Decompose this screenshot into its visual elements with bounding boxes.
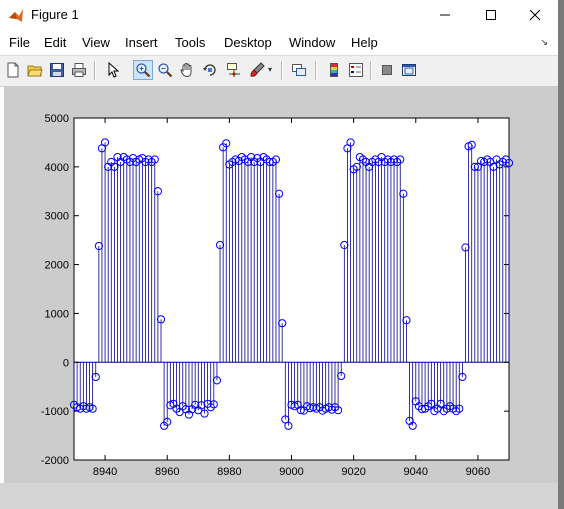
pan-icon — [180, 63, 192, 77]
menu-bar: File Edit View Insert Tools Desktop Wind… — [0, 32, 558, 54]
y-tick-label: 0 — [63, 357, 69, 369]
link-plot-button[interactable] — [289, 60, 309, 80]
hide-plot-tools-button[interactable] — [377, 60, 397, 80]
open-file-icon — [27, 65, 43, 77]
menu-edit[interactable]: Edit — [44, 35, 66, 50]
minimize-button[interactable] — [422, 0, 468, 30]
x-tick-label: 9040 — [404, 466, 428, 478]
pan-button[interactable] — [177, 60, 197, 80]
insert-colorbar-button[interactable] — [324, 60, 344, 80]
close-button[interactable] — [512, 0, 558, 30]
x-tick-label: 9020 — [341, 466, 365, 478]
window-edge — [558, 0, 564, 509]
x-tick-label: 8960 — [155, 466, 179, 478]
toolbar-separator — [315, 61, 317, 80]
menu-desktop[interactable]: Desktop — [224, 35, 272, 50]
new-figure-button[interactable] — [3, 60, 23, 80]
y-tick-label: 2000 — [45, 260, 69, 272]
toolbar-separator — [94, 61, 96, 80]
print-icon — [72, 63, 86, 77]
minimize-icon — [440, 14, 450, 16]
y-tick-label: 3000 — [45, 211, 69, 223]
window-title: Figure 1 — [31, 7, 79, 22]
menu-help[interactable]: Help — [351, 35, 378, 50]
edit-plot-button[interactable] — [103, 60, 123, 80]
show-plot-tools-button[interactable] — [399, 60, 419, 80]
insert-legend-button[interactable] — [346, 60, 366, 80]
new-figure-icon — [7, 62, 19, 78]
figure-canvas: -2000 -1000 0 1000 2000 3000 4000 5000 8940 8960 8… — [4, 86, 558, 483]
toolbar-separator — [370, 61, 372, 80]
edit-plot-arrow-icon — [108, 62, 120, 78]
zoom-out-icon — [158, 63, 173, 78]
y-tick-label: 4000 — [45, 162, 69, 174]
dock-figure-icon[interactable]: ↘ — [540, 37, 548, 48]
open-file-button[interactable] — [25, 60, 45, 80]
x-tick-label: 8980 — [217, 466, 241, 478]
y-tick-label: 5000 — [45, 113, 69, 125]
x-tick-label: 8940 — [93, 466, 117, 478]
menu-tools[interactable]: Tools — [175, 35, 205, 50]
y-tick-label: -2000 — [41, 455, 69, 467]
zoom-in-icon — [136, 63, 151, 78]
zoom-out-button[interactable] — [155, 60, 175, 80]
show-plot-tools-icon — [402, 64, 416, 76]
close-icon — [529, 9, 541, 21]
x-tick-label: 9000 — [279, 466, 303, 478]
background-strip — [0, 483, 564, 509]
menu-insert[interactable]: Insert — [125, 35, 158, 50]
maximize-button[interactable] — [468, 0, 514, 30]
hide-plot-tools-icon — [382, 65, 392, 75]
toolbar-separator — [281, 61, 283, 80]
data-cursor-button[interactable] — [224, 60, 244, 80]
save-button[interactable] — [47, 60, 67, 80]
title-bar[interactable]: Figure 1 — [0, 0, 558, 32]
maximize-icon — [486, 10, 496, 20]
figure-window: Figure 1 File Edit View Insert Tools Des… — [0, 0, 559, 509]
brush-button[interactable] — [247, 60, 267, 80]
y-tick-label: 1000 — [45, 308, 69, 320]
data-cursor-icon — [227, 63, 240, 77]
link-plot-icon — [292, 64, 306, 76]
print-button[interactable] — [69, 60, 89, 80]
matlab-logo-icon — [9, 9, 23, 22]
brush-dropdown-icon[interactable]: ▾ — [268, 65, 272, 74]
rotate-3d-icon — [203, 64, 216, 76]
y-tick-label: -1000 — [41, 406, 69, 418]
stem-plot: -2000 -1000 0 1000 2000 3000 4000 5000 8940 8960 8… — [41, 113, 514, 478]
brush-icon — [250, 62, 265, 77]
menu-view[interactable]: View — [82, 35, 110, 50]
colorbar-icon — [330, 63, 338, 77]
legend-icon — [349, 63, 363, 77]
figure-toolbar: ▾ — [0, 55, 558, 87]
zoom-in-button[interactable] — [133, 60, 153, 80]
rotate-3d-button[interactable] — [200, 60, 220, 80]
menu-window[interactable]: Window — [289, 35, 335, 50]
x-tick-label: 9060 — [466, 466, 490, 478]
save-icon — [50, 63, 64, 77]
menu-file[interactable]: File — [9, 35, 30, 50]
